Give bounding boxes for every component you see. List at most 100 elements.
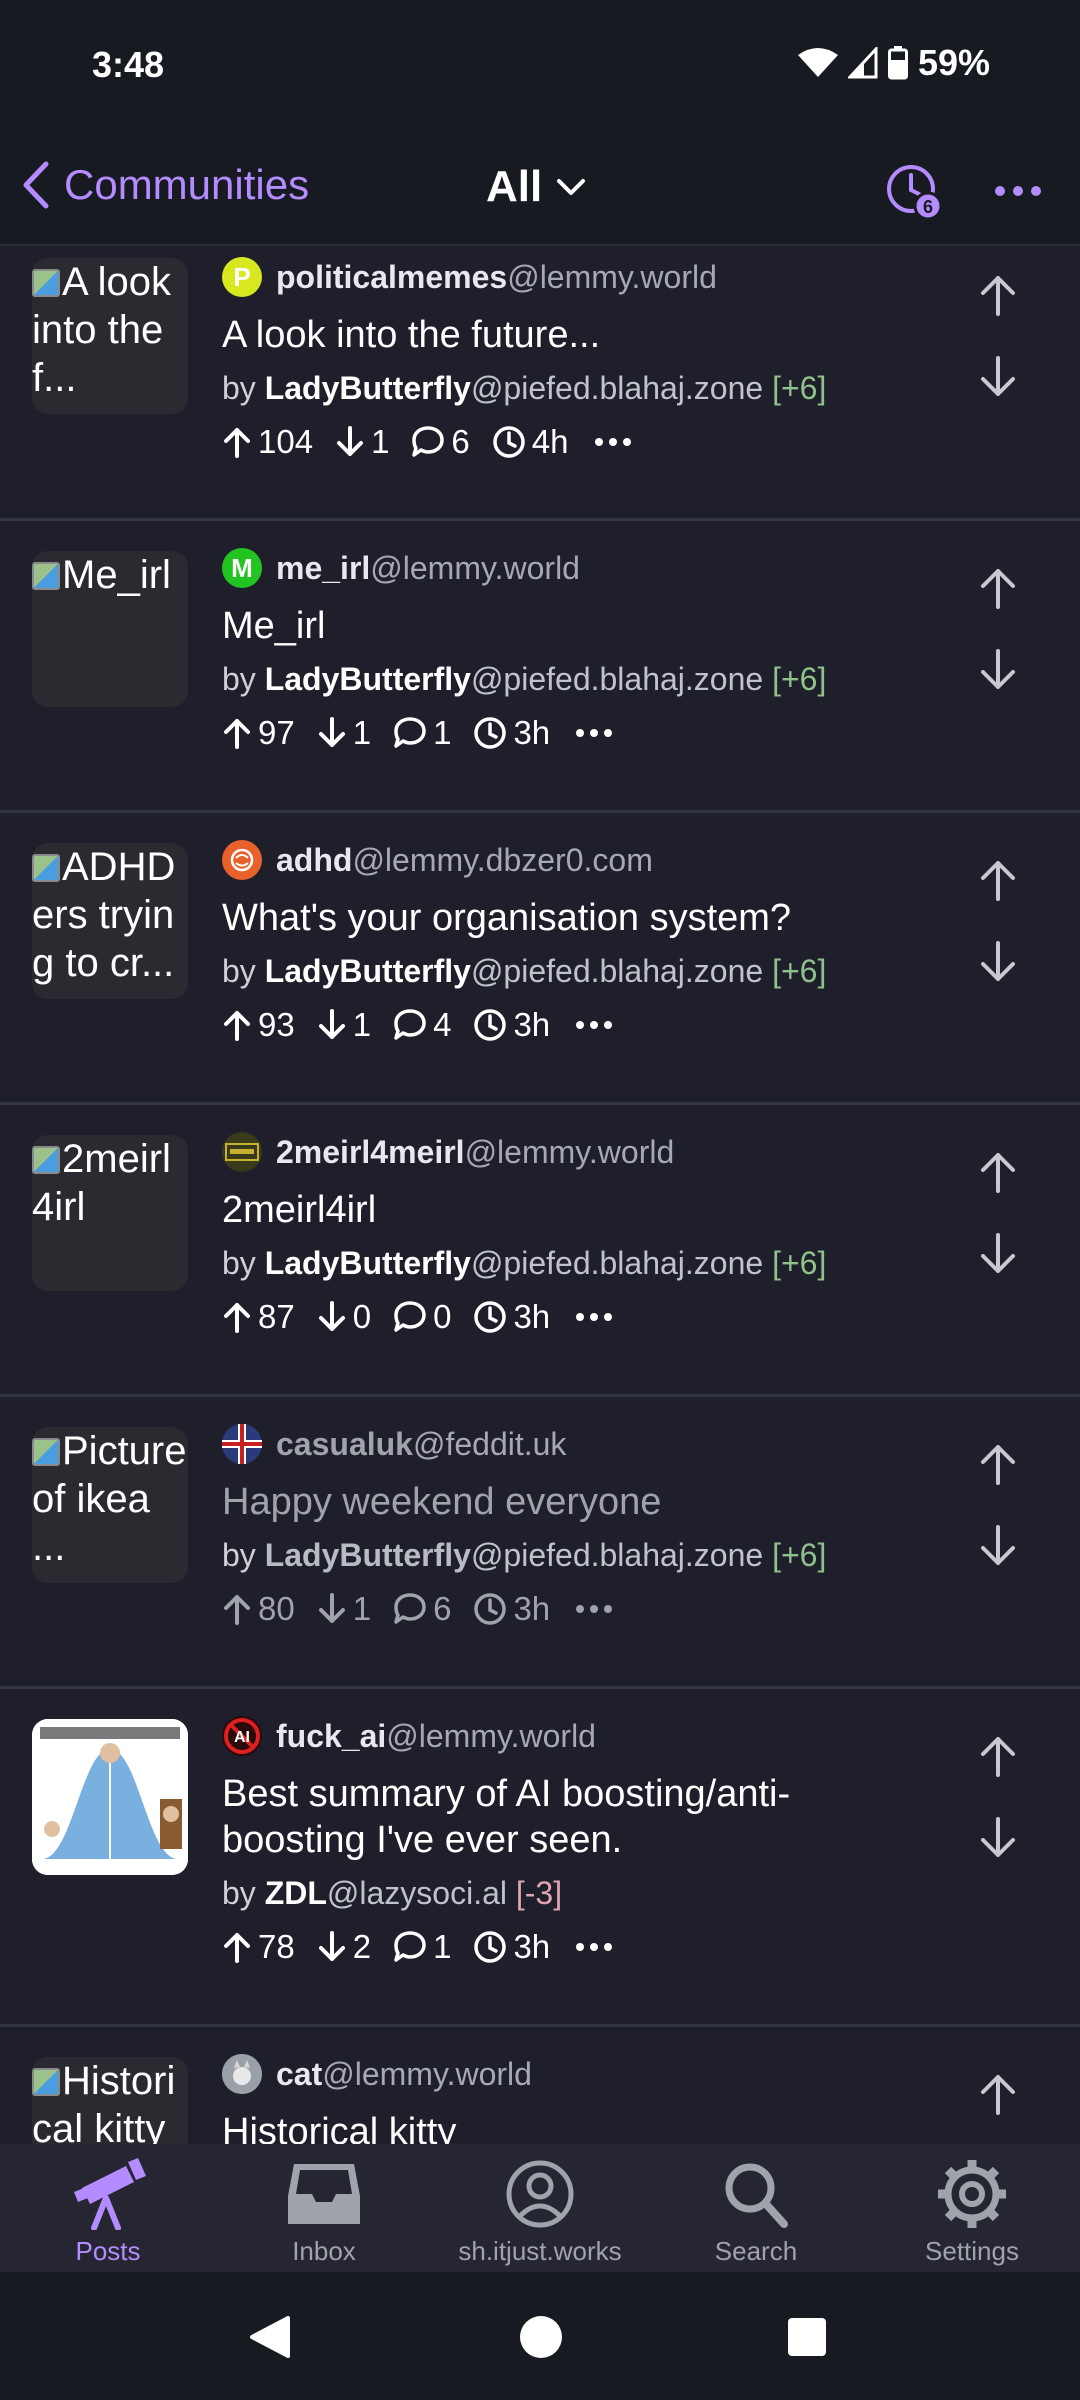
upvote-button[interactable]: [978, 1151, 1018, 1195]
post-thumbnail[interactable]: Historical kitty: [32, 2057, 188, 2144]
nav-search[interactable]: Search: [648, 2144, 864, 2272]
downvote-button[interactable]: [978, 354, 1018, 398]
community-link[interactable]: casualuk@feddit.uk: [222, 1423, 922, 1465]
post-item[interactable]: ADHDers trying to cr... adhd@lemmy.dbzer…: [0, 813, 1080, 1105]
arrow-down-icon: [318, 1301, 345, 1331]
upvote-button[interactable]: [978, 1735, 1018, 1779]
post-item[interactable]: A look into the f... P politicalmemes@le…: [0, 246, 1080, 521]
downvote-button[interactable]: [978, 1523, 1018, 1567]
author-line[interactable]: by LadyButterfly@piefed.blahaj.zone [+6]: [222, 953, 922, 990]
community-name: casualuk: [276, 1425, 413, 1462]
post-thumbnail[interactable]: ADHDers trying to cr...: [32, 843, 188, 999]
upvote-button[interactable]: [978, 2073, 1018, 2117]
more-options-button[interactable]: [988, 166, 1048, 216]
downvote-button[interactable]: [978, 647, 1018, 691]
post-title[interactable]: A look into the future...: [222, 312, 922, 358]
community-link[interactable]: P politicalmemes@lemmy.world: [222, 256, 922, 298]
post-menu-button[interactable]: [576, 729, 613, 737]
nav-account[interactable]: sh.itjust.works: [432, 2144, 648, 2272]
post-title[interactable]: What's your organisation system?: [222, 895, 922, 941]
brain-icon: [230, 848, 254, 872]
post-age: 3h: [513, 1590, 551, 1627]
upvote-button[interactable]: [978, 567, 1018, 611]
author-score: [-3]: [515, 1875, 563, 1911]
community-link[interactable]: adhd@lemmy.dbzer0.com: [222, 839, 922, 881]
post-thumbnail[interactable]: 2meirl4irl: [32, 1135, 188, 1291]
post-title[interactable]: 2meirl4irl: [222, 1187, 922, 1233]
post-thumbnail[interactable]: [32, 1719, 188, 1875]
post-feed[interactable]: A look into the f... P politicalmemes@le…: [0, 246, 1080, 2144]
community-link[interactable]: cat@lemmy.world: [222, 2053, 922, 2095]
community-name: cat: [276, 2055, 323, 2092]
upvote-button[interactable]: [978, 274, 1018, 318]
upvote-button[interactable]: [978, 859, 1018, 903]
community-link[interactable]: 2meirl4meirl@lemmy.world: [222, 1131, 922, 1173]
post-title[interactable]: Me_irl: [222, 603, 922, 649]
author-line[interactable]: by LadyButterfly@piefed.blahaj.zone [+6]: [222, 1245, 922, 1282]
post-menu-button[interactable]: [576, 1313, 613, 1321]
by-label: by: [222, 370, 256, 406]
back-triangle-icon[interactable]: [246, 2314, 292, 2360]
community-link[interactable]: M me_irl@lemmy.world: [222, 547, 922, 589]
post-title[interactable]: Historical kitty: [222, 2109, 922, 2144]
author-line[interactable]: by LadyButterfly@piefed.blahaj.zone [+6]: [222, 370, 922, 407]
clock-icon: 6: [887, 165, 943, 221]
post-menu-button[interactable]: [576, 1943, 613, 1951]
comment-count: 1: [433, 714, 452, 751]
arrow-down-icon: [337, 426, 364, 456]
downvote-button[interactable]: [978, 939, 1018, 983]
author-line[interactable]: by LadyButterfly@piefed.blahaj.zone [+6]: [222, 1537, 922, 1574]
upvote-button[interactable]: [978, 1443, 1018, 1487]
community-name: adhd: [276, 841, 353, 878]
system-navigation-bar: [0, 2272, 1080, 2400]
post-item[interactable]: 2meirl4irl 2meirl4meirl@lemmy.world 2mei…: [0, 1105, 1080, 1397]
post-thumbnail[interactable]: A look into the f...: [32, 258, 188, 414]
community-avatar: M: [222, 548, 262, 588]
community-link[interactable]: AI fuck_ai@lemmy.world: [222, 1715, 922, 1757]
author-instance: @lazysoci.al: [326, 1875, 507, 1911]
post-age: 3h: [513, 1928, 551, 1965]
post-item[interactable]: Me_irl M me_irl@lemmy.world Me_irl by La…: [0, 521, 1080, 813]
downvote-button[interactable]: [978, 1231, 1018, 1275]
gear-icon: [938, 2160, 1006, 2228]
nav-posts[interactable]: Posts: [0, 2144, 216, 2272]
community-instance: @lemmy.world: [507, 258, 717, 295]
vote-column: [978, 274, 1038, 434]
nav-settings[interactable]: Settings: [864, 2144, 1080, 2272]
clock-icon: [474, 1009, 507, 1041]
post-item[interactable]: AI fuck_ai@lemmy.world Best summary of A…: [0, 1689, 1080, 2027]
post-stats: 93 1 4 3h: [222, 1006, 922, 1044]
vote-column: [978, 1735, 1038, 1895]
nav-inbox[interactable]: Inbox: [216, 2144, 432, 2272]
author-name: LadyButterfly: [264, 1537, 471, 1573]
comment-icon: [394, 717, 426, 748]
post-title[interactable]: Best summary of AI boosting/anti-boostin…: [222, 1771, 922, 1863]
post-menu-button[interactable]: [576, 1021, 613, 1029]
comment-icon: [394, 1593, 426, 1624]
recents-square-icon[interactable]: [786, 2316, 828, 2358]
post-title[interactable]: Happy weekend everyone: [222, 1479, 922, 1525]
post-item[interactable]: Historical kitty cat@lemmy.world Histori…: [0, 2027, 1080, 2144]
author-name: LadyButterfly: [264, 661, 471, 697]
post-thumbnail[interactable]: Picture of ikea ...: [32, 1427, 188, 1583]
downvote-button[interactable]: [978, 1815, 1018, 1859]
author-line[interactable]: by ZDL@lazysoci.al [-3]: [222, 1875, 922, 1912]
home-circle-icon[interactable]: [518, 2314, 564, 2360]
post-age: 3h: [513, 714, 551, 751]
by-label: by: [222, 953, 256, 989]
downvote-count: 2: [352, 1928, 372, 1965]
feed-type-dropdown[interactable]: All: [486, 162, 586, 212]
post-item[interactable]: Picture of ikea ... casualuk@feddit.uk H…: [0, 1397, 1080, 1689]
history-button[interactable]: 6: [884, 162, 944, 222]
author-score: [+6]: [772, 1537, 827, 1573]
author-line[interactable]: by LadyButterfly@piefed.blahaj.zone [+6]: [222, 661, 922, 698]
author-name: ZDL: [264, 1875, 327, 1911]
back-label: Communities: [64, 161, 310, 208]
post-thumbnail[interactable]: Me_irl: [32, 551, 188, 707]
by-label: by: [222, 1537, 256, 1573]
post-menu-button[interactable]: [576, 1605, 613, 1613]
author-score: [+6]: [772, 661, 827, 697]
community-instance: @lemmy.world: [370, 549, 580, 586]
post-menu-button[interactable]: [594, 438, 631, 446]
back-button[interactable]: Communities: [20, 160, 309, 210]
